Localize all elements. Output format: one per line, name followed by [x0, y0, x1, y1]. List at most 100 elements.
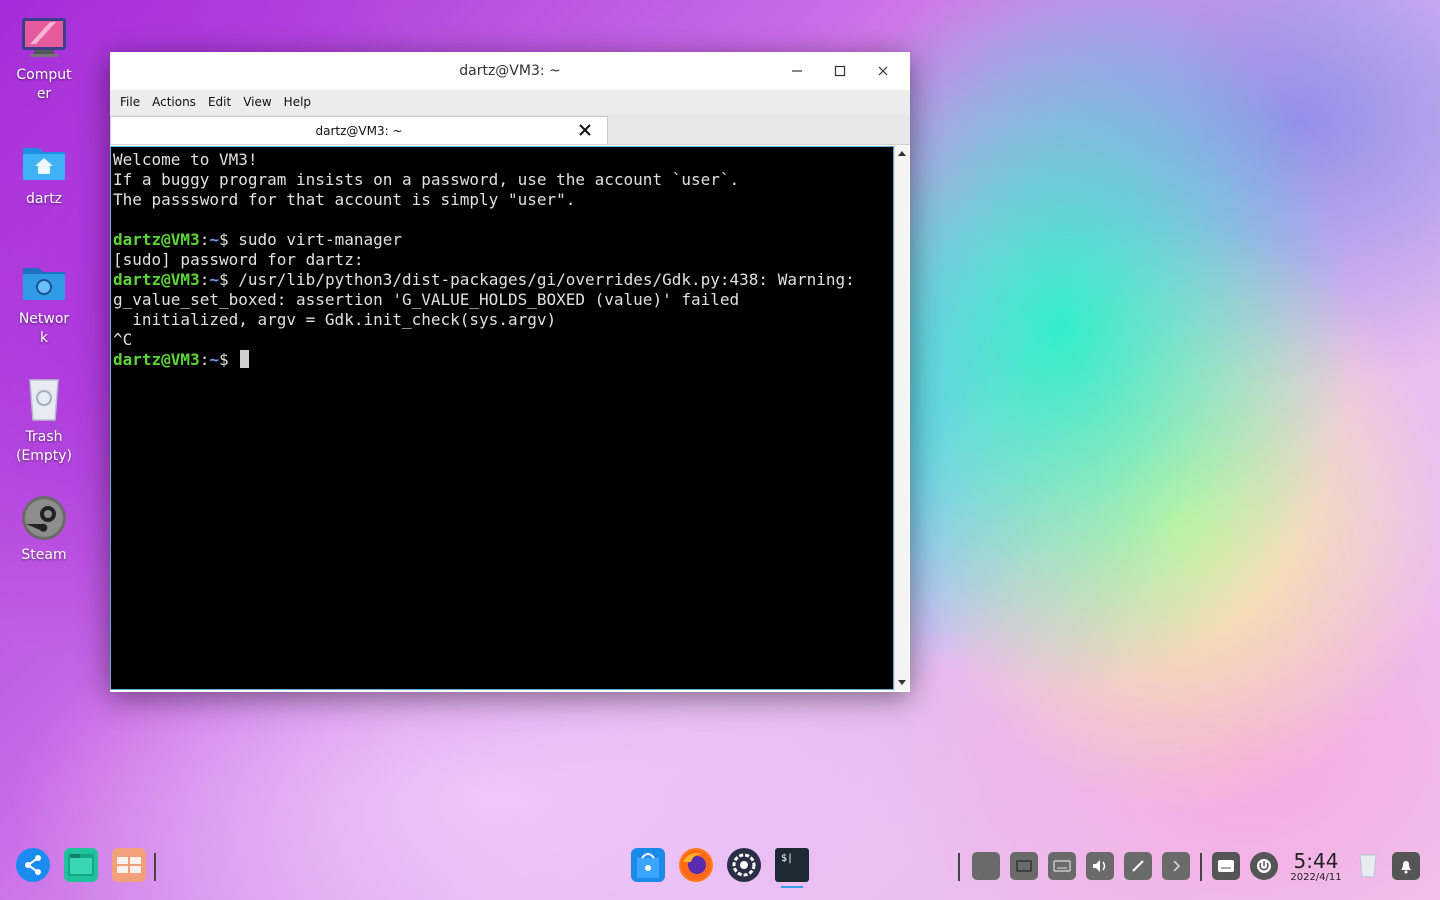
chevron-right-icon — [1173, 860, 1181, 872]
taskbar: $| 5:44 2022/4/11 — [0, 840, 1440, 890]
trash-icon — [20, 376, 68, 424]
arrow-down-icon — [898, 680, 906, 685]
terminal-line: The passsword for that account is simply… — [113, 190, 576, 209]
desktop-icon-label: Trash (Empty) — [15, 429, 73, 464]
computer-icon — [20, 14, 68, 62]
arrow-up-icon — [898, 151, 906, 156]
tray-button-window[interactable] — [1010, 852, 1038, 880]
trash-icon — [1359, 854, 1377, 878]
terminal-output[interactable]: Welcome to VM3! If a buggy program insis… — [110, 146, 894, 690]
desktop-icon-home-folder[interactable]: dartz — [8, 138, 80, 209]
settings-button[interactable] — [727, 848, 761, 882]
app-store-icon — [637, 853, 659, 878]
files-button[interactable] — [64, 848, 98, 882]
window-controls — [775, 52, 904, 90]
terminal-line: ^C — [113, 330, 133, 349]
scroll-up-button[interactable] — [895, 146, 909, 160]
active-app-indicator — [781, 886, 803, 888]
svg-text:$|: $| — [781, 853, 793, 864]
tray-button-keyboard[interactable] — [1048, 852, 1076, 880]
prompt-user: dartz@VM3 — [113, 350, 200, 369]
menu-edit[interactable]: Edit — [202, 95, 237, 109]
terminal-line: g_value_set_boxed: assertion 'G_VALUE_HO… — [113, 290, 740, 309]
close-icon — [878, 66, 887, 76]
app-store-button[interactable] — [631, 848, 665, 882]
close-button[interactable] — [861, 52, 904, 90]
tray-button-1[interactable] — [972, 852, 1000, 880]
terminal-scrollbar[interactable] — [894, 146, 909, 690]
menu-view[interactable]: View — [237, 95, 277, 109]
terminal-line: dartz@VM3:~$ sudo virt-manager — [113, 230, 893, 250]
scroll-down-button[interactable] — [895, 676, 909, 690]
menu-file[interactable]: File — [114, 95, 146, 109]
bell-icon — [1401, 861, 1411, 874]
firefox-button[interactable] — [679, 848, 713, 882]
volume-icon — [1093, 860, 1106, 872]
file-manager-icon — [68, 854, 94, 876]
close-icon — [579, 124, 591, 136]
terminal-cursor — [240, 350, 250, 368]
prompt-user: dartz@VM3 — [113, 230, 200, 249]
window-icon — [1016, 860, 1032, 872]
clock[interactable]: 5:44 2022/4/11 — [1288, 850, 1344, 884]
keyboard-icon — [1053, 860, 1071, 872]
power-button[interactable] — [1250, 852, 1278, 880]
terminal-line: initialized, argv = Gdk.init_check(sys.a… — [113, 310, 557, 329]
launcher-button[interactable] — [16, 848, 50, 882]
terminal-taskbar-button[interactable]: $| — [775, 848, 809, 882]
desktop-icon-computer[interactable]: Comput er — [8, 14, 80, 104]
prompt-user: dartz@VM3 — [113, 270, 200, 289]
menu-help[interactable]: Help — [278, 95, 317, 109]
terminal-line: If a buggy program insists on a password… — [113, 170, 740, 189]
desktop-icon-trash[interactable]: Trash (Empty) — [8, 376, 80, 466]
taskbar-separator — [154, 853, 156, 881]
window-titlebar[interactable]: dartz@VM3: ~ — [110, 52, 910, 90]
multitask-icon — [117, 857, 141, 873]
prompt-path: ~ — [209, 230, 219, 249]
desktop-icon-steam[interactable]: Steam — [8, 494, 80, 565]
maximize-button[interactable] — [818, 52, 861, 90]
minimize-button[interactable] — [775, 52, 818, 90]
tab-title: dartz@VM3: ~ — [315, 123, 403, 138]
menu-bar: File Actions Edit View Help — [110, 90, 910, 114]
tab-close-button[interactable] — [577, 122, 593, 138]
gear-icon — [730, 851, 758, 879]
command-text: sudo virt-manager — [238, 230, 403, 249]
tray-button-draw[interactable] — [1124, 852, 1152, 880]
firefox-icon — [681, 850, 711, 880]
desktop-icon-network[interactable]: Networ k — [8, 258, 80, 348]
prompt-sep: : — [199, 230, 210, 249]
tab-bar: dartz@VM3: ~ — [110, 114, 910, 145]
pen-icon — [1132, 860, 1144, 872]
prompt-end: $ — [218, 230, 239, 249]
clock-time: 5:44 — [1293, 849, 1339, 873]
taskbar-trash-button[interactable] — [1356, 852, 1380, 880]
tray-expand-button[interactable] — [1162, 852, 1190, 880]
steam-icon — [20, 494, 68, 542]
warning-text: /usr/lib/python3/dist-packages/gi/overri… — [238, 270, 855, 289]
prompt-end: $ — [218, 270, 239, 289]
clock-date: 2022/4/11 — [1290, 872, 1342, 883]
power-icon — [1257, 859, 1271, 873]
prompt-path: ~ — [209, 270, 219, 289]
network-folder-icon — [20, 258, 68, 306]
taskbar-separator — [1200, 853, 1202, 881]
terminal-icon: $| — [776, 849, 808, 881]
prompt-sep: : — [199, 350, 210, 369]
prompt-end: $ — [218, 350, 239, 369]
prompt-sep: : — [199, 270, 210, 289]
window-title: dartz@VM3: ~ — [459, 63, 561, 79]
home-folder-icon — [20, 138, 68, 186]
taskbar-separator — [958, 853, 960, 881]
keyboard-icon — [1218, 860, 1234, 872]
workspace-button[interactable] — [112, 848, 146, 882]
desktop-icon-label: Networ k — [18, 311, 70, 346]
prompt-path: ~ — [209, 350, 219, 369]
menu-actions[interactable]: Actions — [146, 95, 202, 109]
tray-button-volume[interactable] — [1086, 852, 1114, 880]
desktop-icon-label: Comput er — [16, 67, 72, 102]
desktop-icon-label: Steam — [21, 547, 67, 563]
onscreen-keyboard-button[interactable] — [1212, 852, 1240, 880]
terminal-tab[interactable]: dartz@VM3: ~ — [110, 116, 608, 144]
notification-button[interactable] — [1392, 852, 1420, 880]
